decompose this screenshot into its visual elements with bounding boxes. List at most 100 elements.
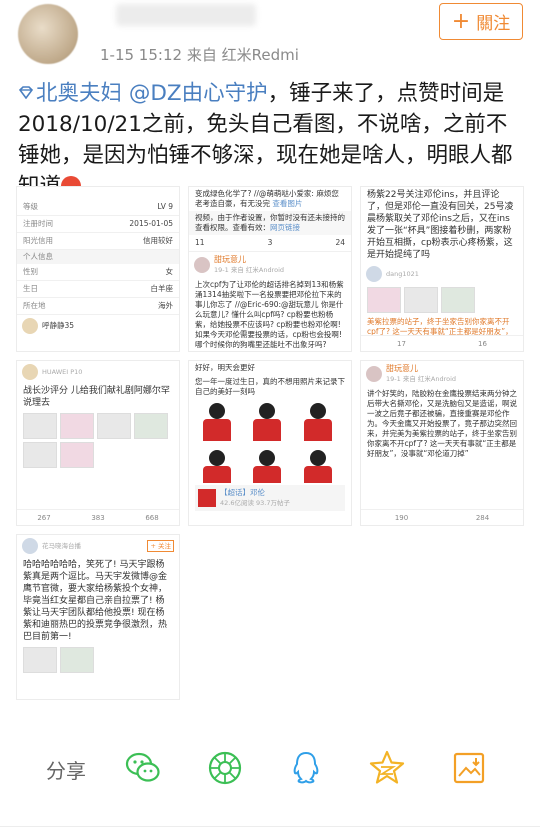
image-thumb-4[interactable]: HUAWEI P10 战长沙评分 儿给我们献礼剧阿娜尔罕说理去 267 383 …	[16, 360, 180, 526]
user-sub: 19-1 来自 红米Android	[386, 375, 457, 383]
meme-grid	[189, 399, 351, 483]
user-line: dang1021	[361, 263, 523, 285]
meme-image	[245, 448, 290, 483]
photo-grid	[17, 411, 179, 470]
comment-count: 3	[267, 238, 273, 247]
comment-text: 变成绿色化学了? //@萌萌哒小爱家: 麻烦您老考造自豪，有无没完 查看图片	[189, 187, 351, 211]
qq-icon[interactable]	[287, 749, 325, 787]
comment-count: 383	[91, 513, 105, 522]
username-blurred[interactable]	[116, 4, 256, 26]
user-sub: 19-1 来自 红米Android	[214, 266, 285, 274]
info-key: 阳光信用	[23, 236, 53, 245]
info-row: 等级 LV 9	[17, 199, 179, 216]
photo	[60, 647, 94, 673]
info-key: 生日	[23, 284, 38, 293]
info-value: 海外	[158, 301, 173, 310]
photo	[97, 413, 131, 439]
share-bar: 分享	[0, 735, 540, 799]
user-name: 呼静静35	[42, 321, 75, 330]
meme-image	[295, 448, 340, 483]
avatar	[366, 266, 382, 282]
post-body: 北奥夫妇 @DZ由心守护，锤子来了，点赞时间是2018/10/21之前，免头自己…	[18, 78, 524, 202]
comment-text: 好好，明天会更好	[195, 363, 255, 372]
info-row: 生日 白羊座	[17, 281, 179, 298]
comment-text: 哈哈哈哈哈哈，笑死了! 马天宇跟杨紫真是两个逗比。马天宇发微博@金鹰节官微，要大…	[23, 560, 168, 642]
user-line: 甜玩意儿 19-1 来自 红米Android	[189, 252, 351, 278]
view-image-link: 查看图片	[272, 199, 303, 208]
photo	[404, 287, 438, 313]
counts-row: 11 3 24	[189, 235, 351, 252]
like-count: 284	[475, 513, 490, 522]
info-row: 阳光信用 信用较好	[17, 233, 179, 250]
repost-count: 17	[397, 339, 406, 348]
meme-image	[195, 401, 239, 441]
user-name: 甜玩意儿	[214, 255, 246, 264]
user-line: 呼静静35	[17, 315, 179, 337]
info-key: 注册时间	[23, 219, 53, 228]
image-thumb-7[interactable]: 花马晓海台播 + 关注 哈哈哈哈哈哈，笑死了! 马天宇跟杨紫真是两个逗比。马天宇…	[16, 534, 180, 700]
like-count: 16	[478, 339, 487, 348]
counts-row: 17 16	[361, 335, 523, 351]
like-count: 24	[335, 238, 345, 247]
post-time: 1-15 15:12	[100, 46, 183, 64]
comment-text: 杨紫22号关注邓伦ins，并且评论了，但是邓伦一直没有回关，25号凌晨杨紫取关了…	[367, 190, 514, 260]
wechat-icon[interactable]	[124, 749, 162, 787]
post-meta: 1-15 15:12 来自 红米Redmi	[100, 44, 299, 65]
user-line: 花马晓海台播 + 关注	[17, 535, 179, 557]
photo-strip	[361, 285, 523, 315]
image-grid: 等级 LV 9 注册时间 2015-01-05 阳光信用 信用较好 个人信息 性别女 …	[16, 186, 524, 706]
info-value: 信用较好	[143, 236, 173, 245]
follow-label: 關注	[476, 14, 511, 34]
section-title: 个人信息	[17, 250, 179, 264]
follow-badge: + 关注	[147, 540, 174, 552]
info-key: 等级	[23, 202, 38, 211]
info-value: 白羊座	[150, 284, 174, 293]
photo	[367, 287, 401, 313]
post-header: 1-15 15:12 来自 红米Redmi + 關注	[0, 0, 540, 75]
topic-link[interactable]: 北奥夫妇	[36, 81, 122, 106]
photo	[23, 442, 57, 468]
info-key: 所在地	[23, 301, 46, 310]
avatar	[22, 318, 38, 334]
comment-text: 上次cpf为了让邓伦的超话排名掉到13和杨紫涌1314抽奖啦下一名投票要把邓伦拉…	[195, 280, 344, 349]
avatar	[366, 366, 382, 382]
photo	[60, 413, 94, 439]
image-thumb-6[interactable]: 甜玩意儿 19-1 来自 红米Android 讲个好笑的，陆胶粉在金鹰投票结束两…	[360, 360, 524, 526]
image-thumb-2[interactable]: 变成绿色化学了? //@萌萌哒小爱家: 麻烦您老考造自豪，有无没完 查看图片 视…	[188, 186, 352, 352]
save-image-icon[interactable]	[450, 749, 488, 787]
follow-button[interactable]: + 關注	[439, 3, 523, 40]
topic-title: 【超话】邓伦	[220, 488, 265, 497]
photo-strip	[17, 645, 179, 675]
super-topic-icon	[18, 86, 34, 99]
user-name: dang1021	[386, 270, 419, 278]
info-value: LV 9	[157, 202, 173, 211]
notice-text: 视频，由于作者设置，你暂时没有还未接持的查看权限。查看有效：网页链接	[189, 211, 351, 235]
info-value: 女	[165, 267, 174, 276]
like-count: 668	[145, 513, 159, 522]
info-key: 性别	[23, 267, 38, 276]
user-name: 花马晓海台播	[42, 542, 81, 550]
mention-link[interactable]: @DZ由心守护	[129, 81, 268, 106]
user-name: 甜玩意儿	[386, 364, 418, 373]
image-thumb-1[interactable]: 等级 LV 9 注册时间 2015-01-05 阳光信用 信用较好 个人信息 性别女 …	[16, 186, 180, 352]
counts-row: 190 284	[361, 509, 523, 525]
image-thumb-5[interactable]: 好好，明天会更好 您一年一度过生日，真的不想用照片来记录下自己的美好一刻吗 【超…	[188, 360, 352, 526]
topic-sub: 42.6亿阅读 93.7万帖子	[220, 499, 291, 507]
counts-row: 267 383 668	[17, 509, 179, 525]
qzone-icon[interactable]	[368, 749, 406, 787]
info-value: 2015-01-05	[129, 219, 173, 228]
repost-count: 11	[195, 238, 205, 247]
comment-count: 190	[394, 513, 409, 522]
info-row: 性别 女	[17, 264, 179, 281]
divider	[0, 826, 540, 827]
user-line: 甜玩意儿 19-1 来自 红米Android	[361, 361, 523, 387]
avatar	[22, 364, 38, 380]
moments-icon[interactable]	[206, 749, 244, 787]
post-source: 来自 红米Redmi	[186, 46, 299, 64]
image-thumb-3[interactable]: 杨紫22号关注邓伦ins，并且评论了，但是邓伦一直没有回关，25号凌晨杨紫取关了…	[360, 186, 524, 352]
share-label: 分享	[46, 759, 86, 783]
avatar[interactable]	[18, 4, 78, 64]
meme-image	[195, 448, 239, 483]
photo	[134, 413, 168, 439]
topic-thumb	[198, 489, 216, 507]
